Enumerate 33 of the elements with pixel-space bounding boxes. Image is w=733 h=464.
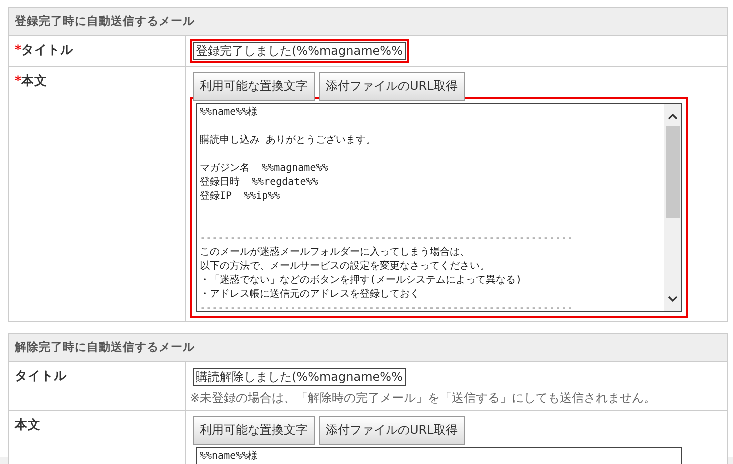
body-text-line: -------------------------------------------------------------- bbox=[200, 302, 574, 311]
body-text-line: マガジン名 %%magname%% bbox=[200, 162, 328, 176]
field-label: 本文 bbox=[22, 73, 48, 88]
body-text-line: ・アドレス帳に送信元のアドレスを登録しておく bbox=[200, 288, 420, 302]
section-heading: 解除完了時に自動送信するメール bbox=[9, 334, 727, 362]
body-text-line: 購読申し込み ありがとうございます。 bbox=[200, 134, 376, 148]
title-input[interactable]: 購読解除しました(%%magname%% bbox=[193, 368, 406, 386]
title-input[interactable]: 登録完了しました(%%magname%% bbox=[193, 42, 406, 60]
scrollbar[interactable] bbox=[664, 104, 681, 311]
body-text-line: 以下の方法で、メールサービスの設定を変更なさってください。 bbox=[200, 260, 490, 274]
field-label: タイトル bbox=[15, 368, 67, 383]
body-text-line: %%name%%様 bbox=[200, 450, 258, 464]
field-label: タイトル bbox=[22, 42, 74, 57]
field-label: 本文 bbox=[15, 417, 41, 432]
body-textarea[interactable] bbox=[196, 103, 682, 312]
toolbar-button[interactable]: 利用可能な置換文字 bbox=[193, 416, 315, 445]
scroll-up-icon[interactable] bbox=[668, 114, 678, 120]
body-text-line: 登録IP %%ip%% bbox=[200, 190, 280, 204]
section-heading: 登録完了時に自動送信するメール bbox=[9, 8, 727, 36]
toolbar-button[interactable]: 添付ファイルのURL取得 bbox=[319, 72, 465, 101]
body-text-line: このメールが迷惑メールフォルダーに入ってしまう場合は、 bbox=[200, 246, 470, 260]
scroll-thumb[interactable] bbox=[666, 126, 680, 218]
scroll-down-icon[interactable] bbox=[668, 296, 678, 302]
body-text-line: %%name%%様 bbox=[200, 106, 258, 120]
required-mark: * bbox=[15, 42, 22, 57]
note-text: ※未登録の場合は、「解除時の完了メール」を「送信する」にしても送信されません。 bbox=[190, 390, 658, 407]
required-mark: * bbox=[15, 73, 22, 88]
body-text-line: ・「迷惑でない」などのボタンを押す(メールシステムによって異なる) bbox=[200, 274, 522, 288]
body-text-line: 登録日時 %%regdate%% bbox=[200, 176, 318, 190]
body-text-line: -------------------------------------------------------------- bbox=[200, 232, 574, 246]
toolbar-button[interactable]: 利用可能な置換文字 bbox=[193, 72, 315, 101]
toolbar-button[interactable]: 添付ファイルのURL取得 bbox=[319, 416, 465, 445]
body-textarea[interactable]: %%name%%様 bbox=[196, 447, 682, 464]
